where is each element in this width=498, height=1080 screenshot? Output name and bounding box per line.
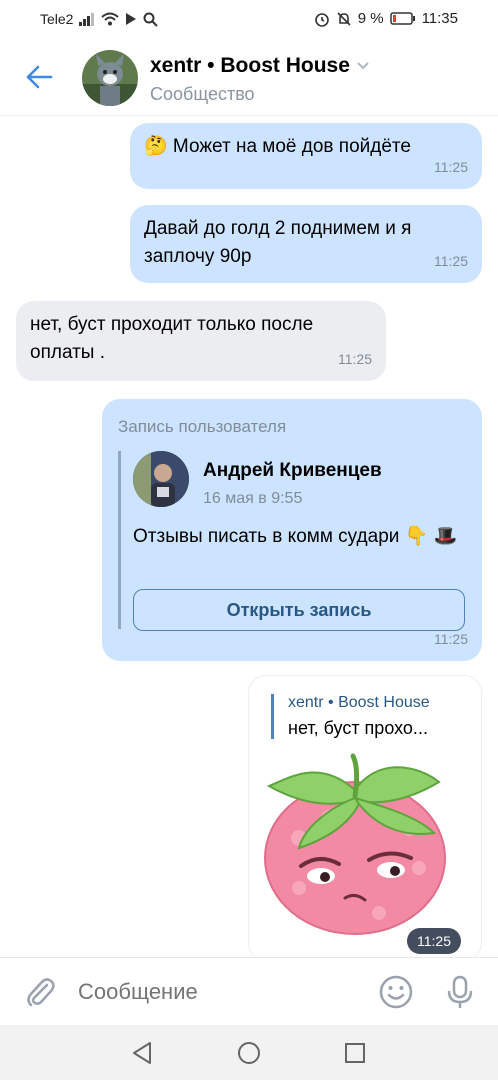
message-time: 11:25 bbox=[407, 928, 461, 954]
post-author-name[interactable]: Андрей Кривенцев bbox=[203, 457, 382, 485]
smile-icon bbox=[379, 975, 413, 1009]
post-author-avatar[interactable] bbox=[133, 451, 189, 507]
nav-home-button[interactable] bbox=[235, 1039, 263, 1067]
message-composer bbox=[0, 957, 498, 1025]
chevron-down-icon bbox=[357, 62, 369, 70]
message-bubble[interactable]: Давай до голд 2 поднимем и я заплочу 90р… bbox=[130, 205, 482, 283]
message-time: 11:25 bbox=[434, 631, 468, 647]
circle-home-icon bbox=[238, 1042, 260, 1064]
message-list[interactable]: 🤔 Может на моё дов пойдёте 11:25 Давай д… bbox=[0, 117, 498, 957]
back-button[interactable] bbox=[20, 58, 58, 96]
post-avatar-image bbox=[133, 451, 189, 507]
post-text: Отзывы писать в комм судари 👇 🎩 bbox=[133, 526, 458, 547]
reply-quote[interactable]: xentr • Boost House нет, буст прохо... bbox=[271, 694, 430, 739]
clock: 11:35 bbox=[421, 10, 458, 27]
chat-title-text: xentr • Boost House bbox=[150, 54, 350, 77]
triangle-back-icon bbox=[133, 1042, 151, 1064]
nav-back-button[interactable] bbox=[128, 1039, 156, 1067]
voice-button[interactable] bbox=[440, 972, 480, 1012]
attach-button[interactable] bbox=[20, 972, 60, 1012]
chat-subtitle: Сообщество bbox=[150, 84, 255, 104]
message-text: Давай до голд 2 поднимем и я заплочу 90р bbox=[144, 218, 412, 267]
message-text: нет, буст проходит только после оплаты . bbox=[30, 314, 314, 363]
reply-author: xentr • Boost House bbox=[288, 694, 430, 711]
mute-icon bbox=[337, 11, 351, 26]
status-left: Tele2 bbox=[40, 11, 159, 27]
repost-bubble[interactable]: Запись пользователя Андрей Кривенцев 16 … bbox=[102, 399, 482, 661]
reply-text: нет, буст прохо... bbox=[288, 718, 428, 738]
battery-icon bbox=[389, 12, 415, 25]
nav-recents-button[interactable] bbox=[341, 1039, 369, 1067]
post-date: 16 мая в 9:55 bbox=[203, 490, 303, 507]
emoji-button[interactable] bbox=[376, 972, 416, 1012]
message-text: 🤔 Может на моё дов пойдёте bbox=[144, 136, 411, 157]
square-recents-icon bbox=[345, 1043, 365, 1063]
avatar-image bbox=[82, 50, 138, 106]
chat-title[interactable]: xentr • Boost House bbox=[150, 54, 370, 78]
message-bubble[interactable]: 🤔 Может на моё дов пойдёте 11:25 bbox=[130, 123, 482, 189]
message-time: 11:25 bbox=[434, 253, 468, 269]
arrow-left-icon bbox=[26, 65, 53, 89]
system-nav-bar bbox=[0, 1025, 498, 1080]
sticker-message[interactable]: xentr • Boost House нет, буст прохо... 1… bbox=[248, 675, 482, 957]
play-icon bbox=[126, 13, 137, 25]
message-input[interactable] bbox=[78, 972, 358, 1012]
signal-icon bbox=[79, 13, 95, 26]
status-bar: Tele2 9 % 11:35 bbox=[0, 0, 498, 36]
wifi-icon bbox=[101, 12, 120, 26]
message-bubble[interactable]: нет, буст проходит только после оплаты .… bbox=[16, 301, 386, 381]
chat-header: xentr • Boost House Сообщество bbox=[0, 36, 498, 116]
microphone-icon bbox=[447, 975, 473, 1008]
message-time: 11:25 bbox=[338, 351, 372, 367]
open-post-button[interactable]: Открыть запись bbox=[133, 589, 465, 631]
alarm-icon bbox=[314, 12, 329, 27]
repost-content[interactable]: Андрей Кривенцев 16 мая в 9:55 Отзывы пи… bbox=[118, 451, 465, 631]
message-time: 11:25 bbox=[434, 159, 468, 175]
battery-percent: 9 % bbox=[357, 10, 384, 27]
repost-label: Запись пользователя bbox=[118, 417, 287, 436]
community-avatar[interactable] bbox=[82, 50, 138, 106]
paperclip-icon bbox=[27, 978, 55, 1007]
carrier-label: Tele2 bbox=[40, 11, 74, 27]
status-right: 9 % 11:35 bbox=[314, 10, 458, 27]
raspberry-sticker[interactable] bbox=[259, 748, 459, 948]
search-icon bbox=[143, 12, 159, 27]
